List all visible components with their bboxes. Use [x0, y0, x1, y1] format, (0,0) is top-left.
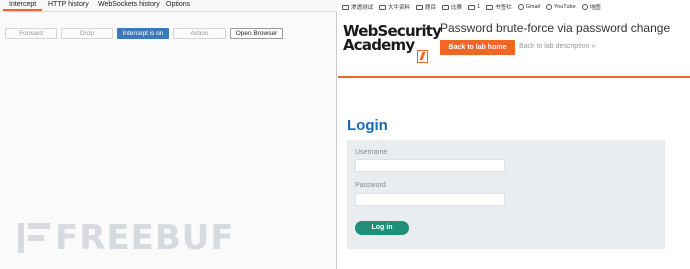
username-label: Username — [355, 149, 388, 156]
bookmark-folder[interactable]: 题目 — [416, 3, 436, 11]
open-browser-button[interactable]: Open Browser — [230, 28, 283, 39]
freebuf-logo-icon — [16, 221, 52, 255]
globe-icon — [546, 4, 553, 10]
bookmark-folder[interactable]: 1 — [468, 4, 480, 10]
login-form: Username Password Log in — [347, 140, 665, 249]
tab-websockets-history[interactable]: WebSockets history — [98, 1, 160, 8]
freebuf-watermark: FREEBUF — [16, 218, 235, 258]
bookmark-maps[interactable]: 地图 — [581, 3, 601, 11]
burp-proxy-panel: Intercept HTTP history WebSockets histor… — [0, 0, 337, 269]
action-button[interactable]: Action — [173, 28, 226, 39]
password-label: Password — [355, 182, 386, 189]
back-to-lab-description-link[interactable]: Back to lab description » — [519, 43, 595, 50]
bookmark-label: 渗透测试 — [351, 5, 374, 11]
drop-button[interactable]: Drop — [61, 28, 113, 39]
bookmark-label: 比赛 — [451, 5, 463, 11]
bookmark-folder[interactable]: 比赛 — [442, 3, 462, 11]
bookmark-label: 地图 — [589, 5, 601, 11]
folder-icon — [416, 4, 424, 10]
username-field[interactable] — [355, 159, 505, 172]
tab-http-history[interactable]: HTTP history — [48, 1, 89, 8]
intercept-toggle-button[interactable]: Intercept is on — [117, 28, 169, 39]
bookmarks-bar: 渗透测试 大牛资料 题目 比赛 1 书签栏 Gmail YouTube 地图 — [338, 0, 690, 14]
proxy-tab-bar: Intercept HTTP history WebSockets histor… — [0, 0, 337, 12]
bookmark-folder[interactable]: 大牛资料 — [379, 3, 410, 11]
bookmark-label: 大牛资料 — [388, 5, 411, 11]
bookmark-label: 题目 — [425, 5, 437, 11]
lab-title: Password brute-force via password change — [440, 21, 671, 35]
bookmark-youtube[interactable]: YouTube — [546, 4, 576, 10]
folder-icon — [379, 4, 387, 10]
tab-options[interactable]: Options — [166, 1, 190, 8]
folder-icon — [486, 4, 494, 10]
browser-panel: 渗透测试 大牛资料 题目 比赛 1 书签栏 Gmail YouTube 地图 W… — [338, 0, 690, 269]
bookmark-label: 书签栏 — [495, 5, 512, 11]
folder-icon — [342, 4, 349, 10]
forward-button[interactable]: Forward — [5, 28, 57, 39]
folder-icon — [468, 4, 476, 10]
bookmark-label: 1 — [477, 4, 481, 10]
bookmark-folder[interactable]: 书签栏 — [486, 3, 512, 11]
globe-icon — [517, 4, 524, 10]
login-button[interactable]: Log in — [355, 221, 409, 235]
watermark-text: FREEBUF — [55, 218, 235, 258]
bookmark-folder[interactable]: 渗透测试 — [342, 3, 373, 11]
tab-intercept[interactable]: Intercept — [2, 1, 43, 11]
folder-icon — [442, 4, 450, 10]
back-to-lab-home-button[interactable]: Back to lab home — [440, 40, 515, 55]
lightning-bolt-icon — [417, 50, 428, 63]
bookmark-gmail[interactable]: Gmail — [517, 4, 541, 10]
password-field[interactable] — [355, 193, 505, 206]
page-title: Login — [347, 117, 388, 134]
globe-icon — [581, 4, 588, 10]
lab-header: WebSecurity Academy Password brute-force… — [338, 14, 690, 78]
bookmark-label: Gmail — [525, 4, 541, 10]
bookmark-label: YouTube — [554, 4, 576, 10]
web-security-academy-logo[interactable]: WebSecurity Academy — [343, 24, 442, 63]
